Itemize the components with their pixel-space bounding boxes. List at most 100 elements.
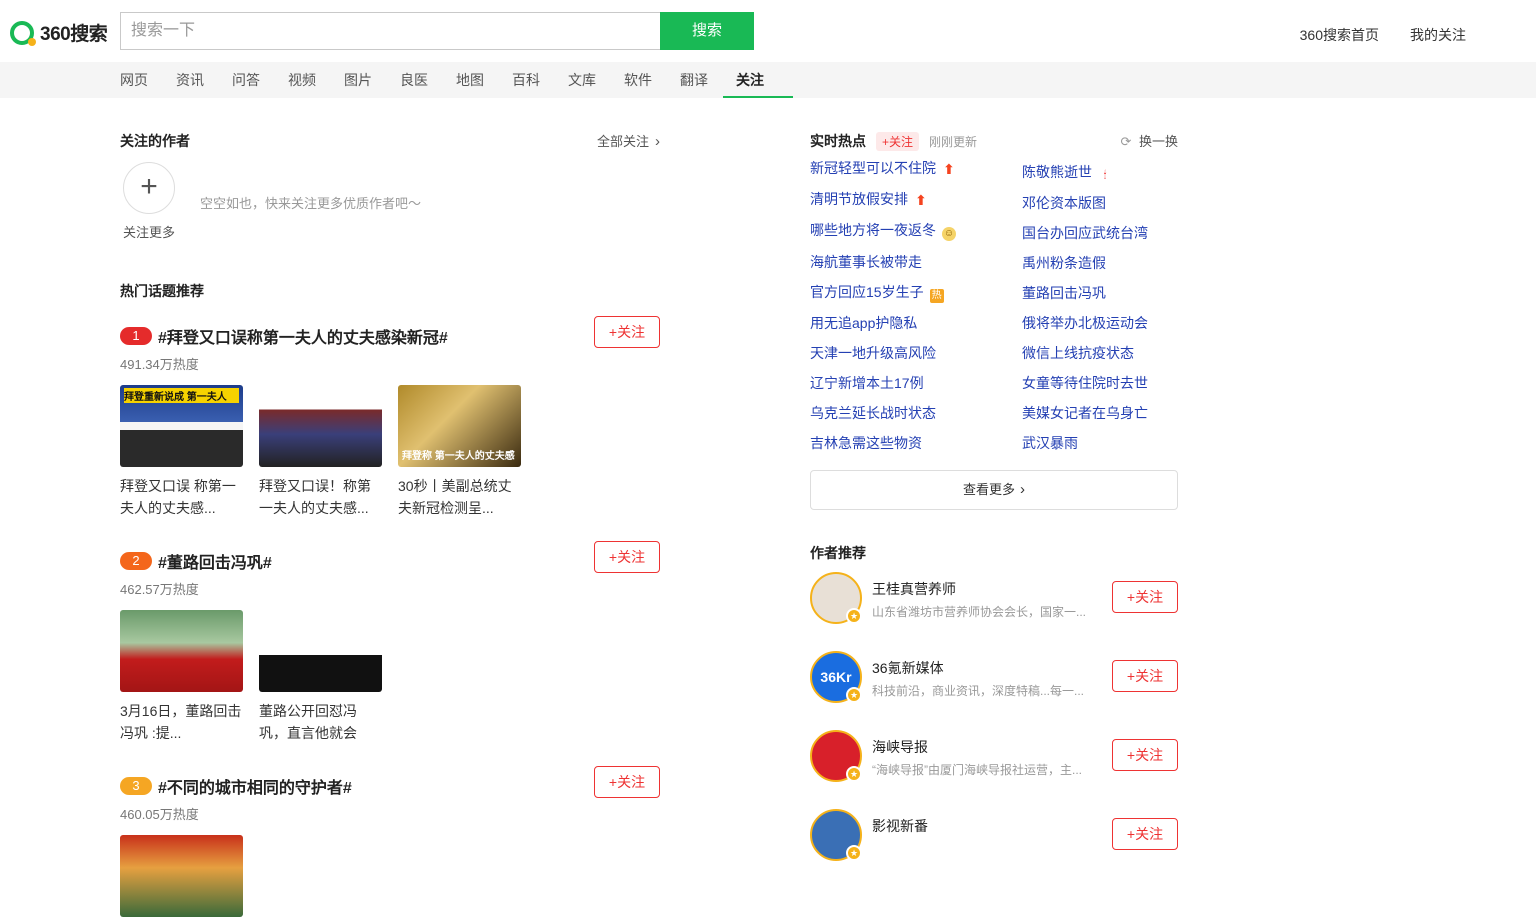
hot-search-text: 邓伦资本版图	[1022, 195, 1106, 211]
hot-search-item[interactable]: 天津一地升级高风险	[810, 343, 936, 363]
author-name[interactable]: 影视新番	[872, 816, 928, 836]
video-thumbnail[interactable]	[259, 385, 382, 467]
hot-search-text: 微信上线抗疫状态	[1022, 345, 1134, 361]
video-card[interactable]: 3月16日，董路回击冯巩 :提...	[120, 610, 243, 744]
video-caption[interactable]: 拜登又口误！称第一夫人的丈夫感...	[259, 475, 382, 519]
followed-authors-title: 关注的作者	[120, 133, 190, 149]
realtime-hot-follow[interactable]: +关注	[876, 131, 920, 151]
follow-author-button[interactable]: +关注	[1112, 739, 1178, 771]
search-input[interactable]: 搜索一下	[120, 12, 661, 50]
hot-search-item[interactable]: 辽宁新增本土17例	[810, 373, 924, 393]
nav-tab[interactable]: 地图	[456, 62, 484, 98]
hot-search-item[interactable]: 女童等待住院时去世	[1022, 373, 1148, 393]
video-card[interactable]: 董路公开回怼冯巩，直言他就会	[259, 610, 382, 744]
author-card: 36Kr ★ 36氪新媒体 科技前沿，商业资讯，深度特稿...每一... +关注	[810, 651, 1178, 703]
header: 360搜索 搜索一下 搜索 360搜索首页 我的关注	[0, 0, 1536, 62]
nav-tab[interactable]: 软件	[624, 62, 652, 98]
view-more-button[interactable]: 查看更多	[810, 470, 1178, 510]
video-card[interactable]: 拜登重新说成 第一夫人拜登又口误 称第一夫人的丈夫感...	[120, 385, 243, 519]
add-follow-button[interactable]: +	[123, 162, 175, 214]
hot-search-item[interactable]: 俄将举办北极运动会	[1022, 313, 1148, 333]
nav-tab[interactable]: 视频	[288, 62, 316, 98]
video-caption[interactable]: 拜登又口误 称第一夫人的丈夫感...	[120, 475, 243, 519]
nav-tab[interactable]: 网页	[120, 62, 148, 98]
follow-author-button[interactable]: +关注	[1112, 581, 1178, 613]
hot-search-item[interactable]: 武汉暴雨	[1022, 433, 1078, 453]
hot-search-item[interactable]: 邓伦资本版图	[1022, 193, 1106, 213]
hot-search-item[interactable]: 陈敬熊逝世 🕯	[1022, 162, 1112, 183]
hot-search-item[interactable]: 用无追app护隐私	[810, 313, 917, 333]
hot-search-item[interactable]: 禹州粉条造假	[1022, 253, 1106, 273]
hot-topics-title: 热门话题推荐	[120, 283, 204, 299]
video-caption[interactable]: 董路公开回怼冯巩，直言他就会	[259, 700, 382, 744]
hot-search-text: 用无追app护隐私	[810, 315, 918, 331]
hot-search-item[interactable]: 海航董事长被带走	[810, 252, 922, 272]
my-follow-link[interactable]: 我的关注	[1410, 25, 1466, 45]
author-description: 山东省潍坊市营养师协会会长，国家一...	[872, 605, 1087, 619]
hot-search-item[interactable]: 董路回击冯巩	[1022, 283, 1106, 303]
video-card[interactable]: 拜登称 第一夫人的丈夫感 30秒丨美副总统丈夫新冠检测呈...	[398, 385, 521, 519]
nav-tab[interactable]: 资讯	[176, 62, 204, 98]
hot-search-item[interactable]: 清明节放假安排 ⬆	[810, 189, 928, 209]
hot-search-text: 国台办回应武统台湾	[1022, 225, 1148, 241]
hot-search-item[interactable]: 新冠轻型可以不住院 ⬆	[810, 158, 956, 178]
hot-search-item[interactable]: 国台办回应武统台湾	[1022, 223, 1148, 243]
hot-search-item[interactable]: 微信上线抗疫状态	[1022, 343, 1134, 363]
hot-search-item[interactable]: 哪些地方将一夜返冬 ☺	[810, 220, 956, 241]
refresh-button[interactable]: ⟳ 换一换	[1120, 131, 1178, 150]
candle-icon: 🕯	[1103, 170, 1107, 181]
nav-tab[interactable]: 图片	[344, 62, 372, 98]
hot-search-text: 俄将举办北极运动会	[1022, 315, 1148, 331]
author-recommend-title: 作者推荐	[810, 545, 866, 561]
hot-search-item[interactable]: 乌克兰延长战时状态	[810, 403, 936, 423]
all-follow-link[interactable]: 全部关注	[597, 131, 660, 150]
video-thumbnail[interactable]	[259, 610, 382, 692]
video-caption[interactable]: 3月16日，董路回击冯巩 :提...	[120, 700, 243, 744]
nav-tab[interactable]: 文库	[568, 62, 596, 98]
video-card[interactable]: 拜登又口误！称第一夫人的丈夫感...	[259, 385, 382, 519]
realtime-hot-header: 实时热点 +关注 刚刚更新 ⟳ 换一换	[810, 131, 1178, 151]
search-button[interactable]: 搜索	[660, 12, 754, 50]
thumbnail-overlay-text: 拜登重新说成 第一夫人	[124, 388, 239, 403]
hot-search-item[interactable]: 美媒女记者在乌身亡	[1022, 403, 1148, 423]
nav-tab[interactable]: 良医	[400, 62, 428, 98]
home-link[interactable]: 360搜索首页	[1300, 25, 1379, 45]
thumbnail-row: 3月16日，董路回击冯巩 :提... 董路公开回怼冯巩，直言他就会	[120, 610, 660, 744]
video-thumbnail[interactable]: 拜登重新说成 第一夫人	[120, 385, 243, 467]
verified-badge-icon: ★	[846, 845, 862, 861]
nav-tab[interactable]: 关注	[723, 62, 793, 98]
nav-tab[interactable]: 问答	[232, 62, 260, 98]
heat-value: 460.05万热度	[120, 807, 199, 822]
topic-title[interactable]: #不同的城市相同的守护者#	[158, 780, 352, 797]
hot-search-item[interactable]: 官方回应15岁生子热	[810, 282, 944, 303]
heat-value: 491.34万热度	[120, 357, 199, 372]
follow-topic-button[interactable]: +关注	[594, 541, 660, 573]
video-caption[interactable]: 30秒丨美副总统丈夫新冠检测呈...	[398, 475, 521, 519]
hot-search-item[interactable]: 吉林急需这些物资	[810, 433, 922, 453]
video-thumbnail[interactable]	[120, 610, 243, 692]
follow-author-button[interactable]: +关注	[1112, 818, 1178, 850]
hot-topic: 1 #拜登又口误称第一夫人的丈夫感染新冠# 491.34万热度 +关注拜登重新说成 第…	[120, 316, 660, 519]
follow-author-button[interactable]: +关注	[1112, 660, 1178, 692]
author-card: ★ 王桂真营养师 山东省潍坊市营养师协会会长，国家一... +关注	[810, 572, 1178, 624]
follow-topic-button[interactable]: +关注	[594, 766, 660, 798]
author-name[interactable]: 海峡导报	[872, 737, 928, 757]
thumbnail-row: 拜登重新说成 第一夫人拜登又口误 称第一夫人的丈夫感... 拜登又口误！称第一夫人…	[120, 385, 660, 519]
logo[interactable]: 360搜索	[10, 19, 108, 46]
hot-search-text: 乌克兰延长战时状态	[810, 405, 936, 421]
topic-title[interactable]: #董路回击冯巩#	[158, 555, 272, 572]
hot-search-text: 女童等待住院时去世	[1022, 375, 1148, 391]
author-name[interactable]: 王桂真营养师	[872, 579, 956, 599]
nav-tab[interactable]: 翻译	[680, 62, 708, 98]
author-name[interactable]: 36氪新媒体	[872, 658, 944, 678]
trending-up-icon: ⬆	[915, 192, 927, 208]
nav-tab[interactable]: 百科	[512, 62, 540, 98]
follow-topic-button[interactable]: +关注	[594, 316, 660, 348]
heat-value: 462.57万热度	[120, 582, 199, 597]
rank-badge: 1	[120, 327, 152, 345]
video-thumbnail[interactable]	[120, 835, 243, 917]
video-thumbnail[interactable]: 拜登称 第一夫人的丈夫感	[398, 385, 521, 467]
topic-title[interactable]: #拜登又口误称第一夫人的丈夫感染新冠#	[158, 330, 448, 347]
hot-search-text: 新冠轻型可以不住院	[810, 160, 936, 176]
hot-search-text: 天津一地升级高风险	[810, 345, 936, 361]
